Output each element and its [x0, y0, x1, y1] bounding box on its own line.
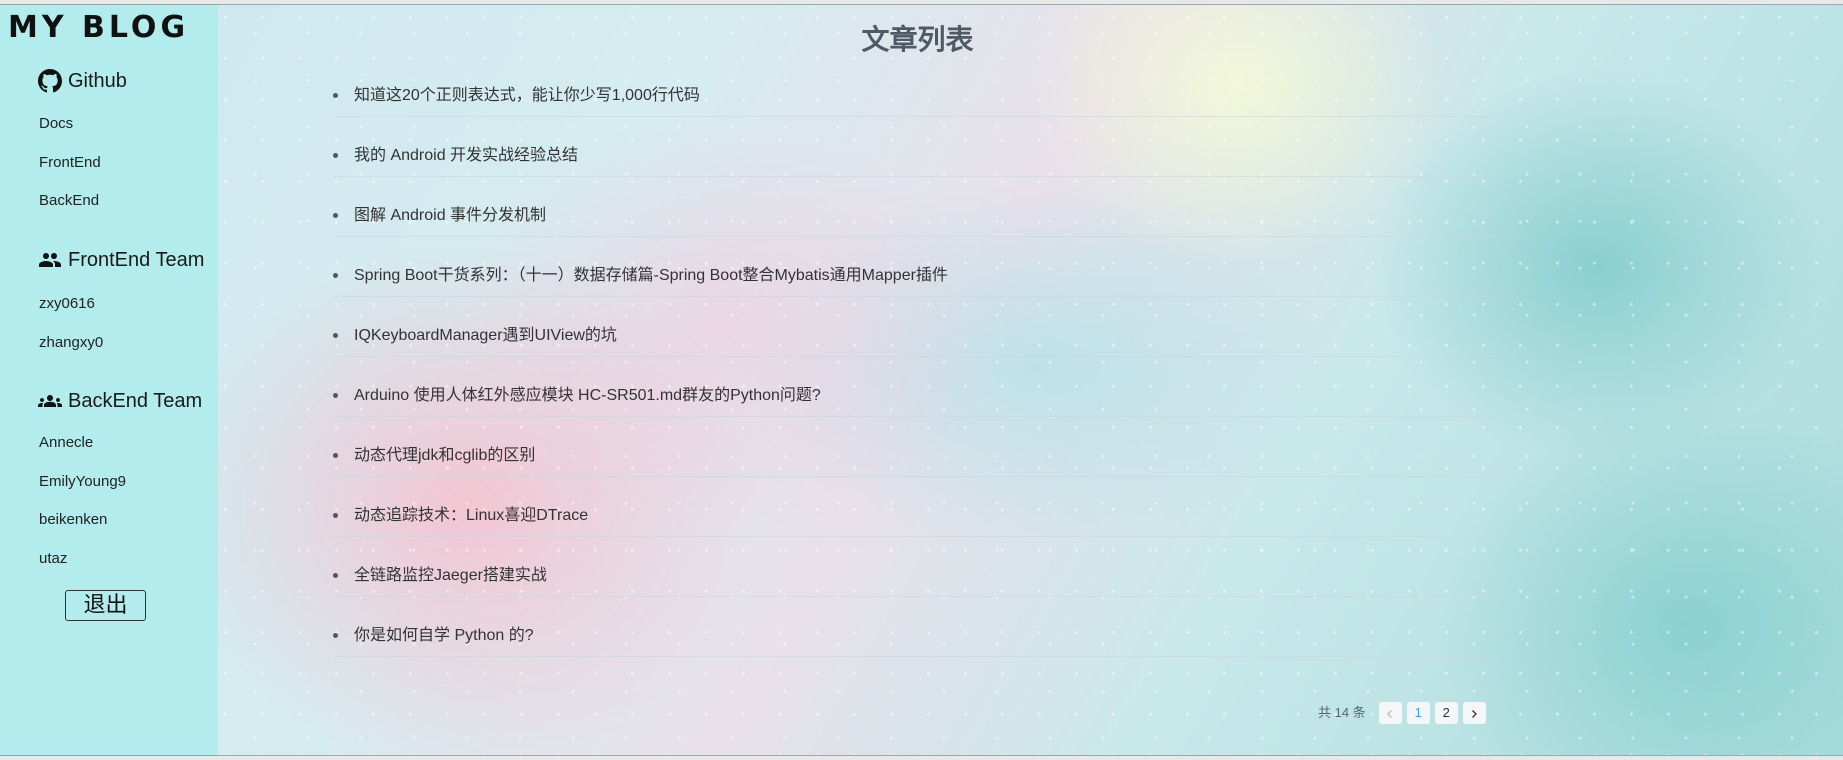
list-item: 我的 Android 开发实战经验总结: [333, 136, 1498, 177]
bullet-icon: [333, 513, 338, 518]
post-link[interactable]: 动态代理jdk和cglib的区别: [354, 446, 535, 466]
nav-group-label: FrontEnd Team: [68, 249, 205, 271]
bullet-icon: [333, 633, 338, 638]
bullet-icon: [333, 273, 338, 278]
sidebar-item-emilyyoung9[interactable]: EmilyYoung9: [39, 473, 126, 491]
next-page-button[interactable]: [1462, 702, 1486, 724]
sidebar: MY BLOG Github Docs FrontEnd BackEnd Fro…: [0, 5, 218, 755]
list-item: Spring Boot干货系列：（十一）数据存储篇-Spring Boot整合M…: [333, 256, 1498, 297]
list-item: 全链路监控Jaeger搭建实战: [333, 556, 1498, 597]
list-item: 动态代理jdk和cglib的区别: [333, 436, 1498, 477]
nav-group-label: BackEnd Team: [68, 390, 203, 412]
sidebar-item-zxy0616[interactable]: zxy0616: [39, 295, 95, 313]
post-list: 知道这20个正则表达式，能让你少写1,000行代码 我的 Android 开发实…: [218, 5, 1843, 755]
sidebar-item-frontend[interactable]: FrontEnd: [39, 154, 101, 172]
app-frame: MY BLOG Github Docs FrontEnd BackEnd Fro…: [0, 4, 1843, 756]
post-link[interactable]: 我的 Android 开发实战经验总结: [354, 146, 578, 166]
sidebar-item-backend[interactable]: BackEnd: [39, 192, 99, 210]
bullet-icon: [333, 453, 338, 458]
post-link[interactable]: 图解 Android 事件分发机制: [354, 206, 546, 226]
main-content: 文章列表 知道这20个正则表达式，能让你少写1,000行代码 我的 Androi…: [218, 5, 1843, 755]
post-link[interactable]: 知道这20个正则表达式，能让你少写1,000行代码: [354, 86, 700, 106]
sidebar-item-annecle[interactable]: Annecle: [39, 434, 93, 452]
logout-button[interactable]: 退出: [65, 590, 146, 621]
pagination: 共 14 条 1 2: [1318, 702, 1491, 724]
page-button-1[interactable]: 1: [1406, 702, 1430, 724]
bullet-icon: [333, 153, 338, 158]
post-link[interactable]: Spring Boot干货系列：（十一）数据存储篇-Spring Boot整合M…: [354, 266, 948, 286]
bullet-icon: [333, 93, 338, 98]
prev-page-button[interactable]: [1378, 702, 1402, 724]
nav-group-backend-team[interactable]: BackEnd Team: [38, 389, 202, 413]
post-link[interactable]: 动态追踪技术：Linux喜迎DTrace: [354, 506, 588, 526]
nav-group-github[interactable]: Github: [38, 69, 127, 93]
chevron-right-icon: [1472, 709, 1478, 718]
post-link[interactable]: Arduino 使用人体红外感应模块 HC-SR501.md群友的Python问…: [354, 386, 821, 406]
page-button-2[interactable]: 2: [1434, 702, 1458, 724]
list-item: 知道这20个正则表达式，能让你少写1,000行代码: [333, 76, 1498, 117]
nav-group-label: Github: [68, 70, 127, 92]
bullet-icon: [333, 213, 338, 218]
sidebar-item-zhangxy0[interactable]: zhangxy0: [39, 334, 103, 352]
list-item: IQKeyboardManager遇到UIView的坑: [333, 316, 1498, 357]
list-item: 动态追踪技术：Linux喜迎DTrace: [333, 496, 1498, 537]
team-icon: [38, 389, 62, 413]
bullet-icon: [333, 393, 338, 398]
list-item: 图解 Android 事件分发机制: [333, 196, 1498, 237]
sidebar-item-utaz[interactable]: utaz: [39, 550, 67, 568]
github-icon: [38, 69, 62, 93]
bullet-icon: [333, 333, 338, 338]
group-icon: [38, 248, 62, 272]
sidebar-item-docs[interactable]: Docs: [39, 115, 73, 133]
post-link[interactable]: IQKeyboardManager遇到UIView的坑: [354, 326, 617, 346]
nav-group-frontend-team[interactable]: FrontEnd Team: [38, 248, 204, 272]
chevron-left-icon: [1387, 709, 1393, 718]
site-logo[interactable]: MY BLOG: [8, 11, 189, 45]
post-link[interactable]: 你是如何自学 Python 的?: [354, 626, 534, 646]
pagination-total: 共 14 条: [1318, 705, 1366, 720]
bullet-icon: [333, 573, 338, 578]
post-link[interactable]: 全链路监控Jaeger搭建实战: [354, 566, 547, 586]
list-item: 你是如何自学 Python 的?: [333, 616, 1498, 657]
sidebar-item-beikenken[interactable]: beikenken: [39, 511, 107, 529]
list-item: Arduino 使用人体红外感应模块 HC-SR501.md群友的Python问…: [333, 376, 1498, 417]
